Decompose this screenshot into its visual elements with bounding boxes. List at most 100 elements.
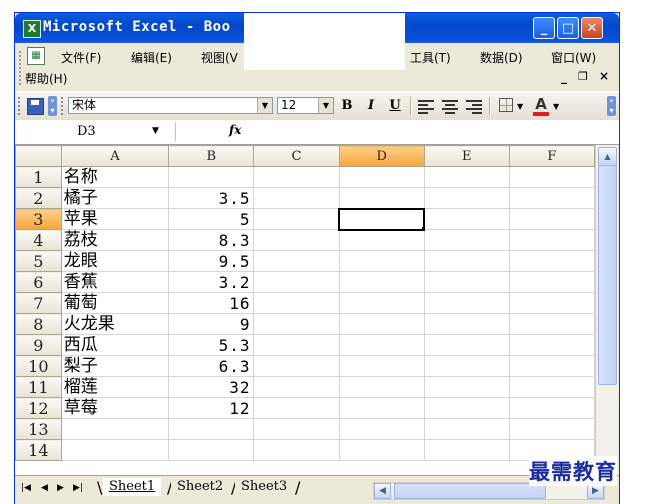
cell-d[interactable]: [338, 439, 425, 461]
minimize-button[interactable]: _: [533, 17, 555, 39]
tab-sheet3[interactable]: Sheet3: [235, 478, 294, 496]
close-button[interactable]: ✕: [581, 17, 603, 39]
toolbar-overflow-icon[interactable]: » ▾: [607, 96, 616, 116]
cell-b[interactable]: 3.2: [168, 271, 255, 293]
cell-e[interactable]: [423, 313, 510, 335]
cell-a[interactable]: 榴莲: [60, 376, 170, 398]
previous-sheet-icon[interactable]: ◀: [41, 483, 48, 493]
cell-c[interactable]: [253, 355, 340, 377]
tab-sheet1[interactable]: Sheet1: [103, 478, 162, 496]
cell-f[interactable]: [508, 166, 596, 188]
doc-restore-button[interactable]: ❐: [578, 70, 588, 83]
next-sheet-icon[interactable]: ▶: [57, 483, 64, 493]
cell-b[interactable]: 12: [168, 397, 255, 419]
cell-d[interactable]: [338, 418, 425, 440]
cell-f[interactable]: [508, 271, 596, 293]
row-header[interactable]: 1: [15, 166, 62, 188]
row-header[interactable]: 10: [15, 355, 62, 377]
cell-a[interactable]: [60, 418, 170, 440]
cell-e[interactable]: [423, 166, 510, 188]
cell-b[interactable]: 5.3: [168, 334, 255, 356]
chevron-down-icon[interactable]: ▼: [553, 102, 559, 111]
cell-c[interactable]: [253, 334, 340, 356]
menu-file[interactable]: 文件(F): [61, 49, 101, 66]
row-header[interactable]: 5: [15, 250, 62, 272]
cell-d[interactable]: [338, 334, 425, 356]
cell-c[interactable]: [253, 166, 340, 188]
active-cell[interactable]: [338, 207, 426, 231]
cell-c[interactable]: [253, 313, 340, 335]
menu-grip-handle[interactable]: [19, 51, 24, 85]
cell-f[interactable]: [508, 313, 596, 335]
row-header[interactable]: 13: [15, 418, 62, 440]
first-sheet-icon[interactable]: |◀: [21, 483, 31, 493]
cell-a[interactable]: 橘子: [60, 187, 170, 209]
column-header-e[interactable]: E: [423, 145, 510, 167]
cell-c[interactable]: [253, 418, 340, 440]
cell-b[interactable]: [168, 166, 255, 188]
name-box[interactable]: D3 ▼: [15, 122, 176, 141]
cell-d[interactable]: [338, 250, 425, 272]
worksheet-grid[interactable]: A B C D E F 1 名称 2 橘子 3.5 3 苹果 5 4 荔枝 8.3 5 龙眼 9.5 6 香蕉…: [15, 145, 596, 475]
row-header[interactable]: 9: [15, 334, 62, 356]
cell-f[interactable]: [508, 292, 596, 314]
worksheet-table[interactable]: A B C D E F 1 名称 2 橘子 3.5 3 苹果 5 4 荔枝 8.3 5 龙眼 9.5 6 香蕉…: [15, 145, 596, 461]
cell-f[interactable]: [508, 355, 596, 377]
cell-b[interactable]: [168, 439, 255, 461]
cell-c[interactable]: [253, 397, 340, 419]
cell-b[interactable]: 5: [168, 208, 255, 230]
column-header-c[interactable]: C: [253, 145, 340, 167]
cell-b[interactable]: 32: [168, 376, 255, 398]
doc-close-button[interactable]: ×: [599, 69, 609, 83]
cell-c[interactable]: [253, 292, 340, 314]
cell-c[interactable]: [253, 208, 340, 230]
cell-b[interactable]: 3.5: [168, 187, 255, 209]
cell-a[interactable]: 名称: [60, 166, 170, 188]
cell-e[interactable]: [423, 187, 510, 209]
cell-f[interactable]: [508, 334, 596, 356]
cell-d[interactable]: [338, 313, 425, 335]
cell-f[interactable]: [508, 229, 596, 251]
cell-f[interactable]: [508, 250, 596, 272]
vertical-scrollbar[interactable]: ▲: [595, 145, 618, 475]
cell-f[interactable]: [508, 418, 596, 440]
cell-d[interactable]: [338, 229, 425, 251]
cell-f[interactable]: [508, 187, 596, 209]
row-header[interactable]: 6: [15, 271, 62, 293]
cell-b[interactable]: 8.3: [168, 229, 255, 251]
italic-button[interactable]: I: [361, 97, 381, 115]
last-sheet-icon[interactable]: ▶|: [73, 483, 83, 493]
cell-c[interactable]: [253, 376, 340, 398]
chevron-down-icon[interactable]: ▼: [318, 98, 333, 113]
cell-b[interactable]: 16: [168, 292, 255, 314]
column-header-f[interactable]: F: [508, 145, 596, 167]
menu-view[interactable]: 视图(V: [201, 49, 238, 66]
menu-tools[interactable]: 工具(T): [410, 49, 451, 66]
cell-e[interactable]: [423, 355, 510, 377]
cell-d[interactable]: [338, 397, 425, 419]
row-header[interactable]: 7: [15, 292, 62, 314]
menu-edit[interactable]: 编辑(E): [131, 49, 172, 66]
insert-function-icon[interactable]: fx: [229, 123, 241, 137]
cell-e[interactable]: [423, 439, 510, 461]
cell-a[interactable]: 葡萄: [60, 292, 170, 314]
row-header[interactable]: 3: [15, 208, 62, 230]
align-center-icon[interactable]: [442, 98, 458, 114]
align-left-icon[interactable]: [418, 98, 434, 114]
toolbar-overflow-icon[interactable]: » ▾: [48, 96, 57, 116]
cell-e[interactable]: [423, 376, 510, 398]
cell-a[interactable]: 西瓜: [60, 334, 170, 356]
cell-d[interactable]: [338, 271, 425, 293]
cell-b[interactable]: 9.5: [168, 250, 255, 272]
cell-e[interactable]: [423, 418, 510, 440]
cell-e[interactable]: [423, 250, 510, 272]
chevron-down-icon[interactable]: ▼: [152, 122, 159, 141]
cell-f[interactable]: [508, 376, 596, 398]
scroll-thumb[interactable]: [598, 165, 617, 385]
column-header-d[interactable]: D: [338, 145, 425, 167]
cell-e[interactable]: [423, 292, 510, 314]
cell-a[interactable]: 火龙果: [60, 313, 170, 335]
cell-f[interactable]: [508, 208, 596, 230]
cell-a[interactable]: 苹果: [60, 208, 170, 230]
row-header[interactable]: 12: [15, 397, 62, 419]
